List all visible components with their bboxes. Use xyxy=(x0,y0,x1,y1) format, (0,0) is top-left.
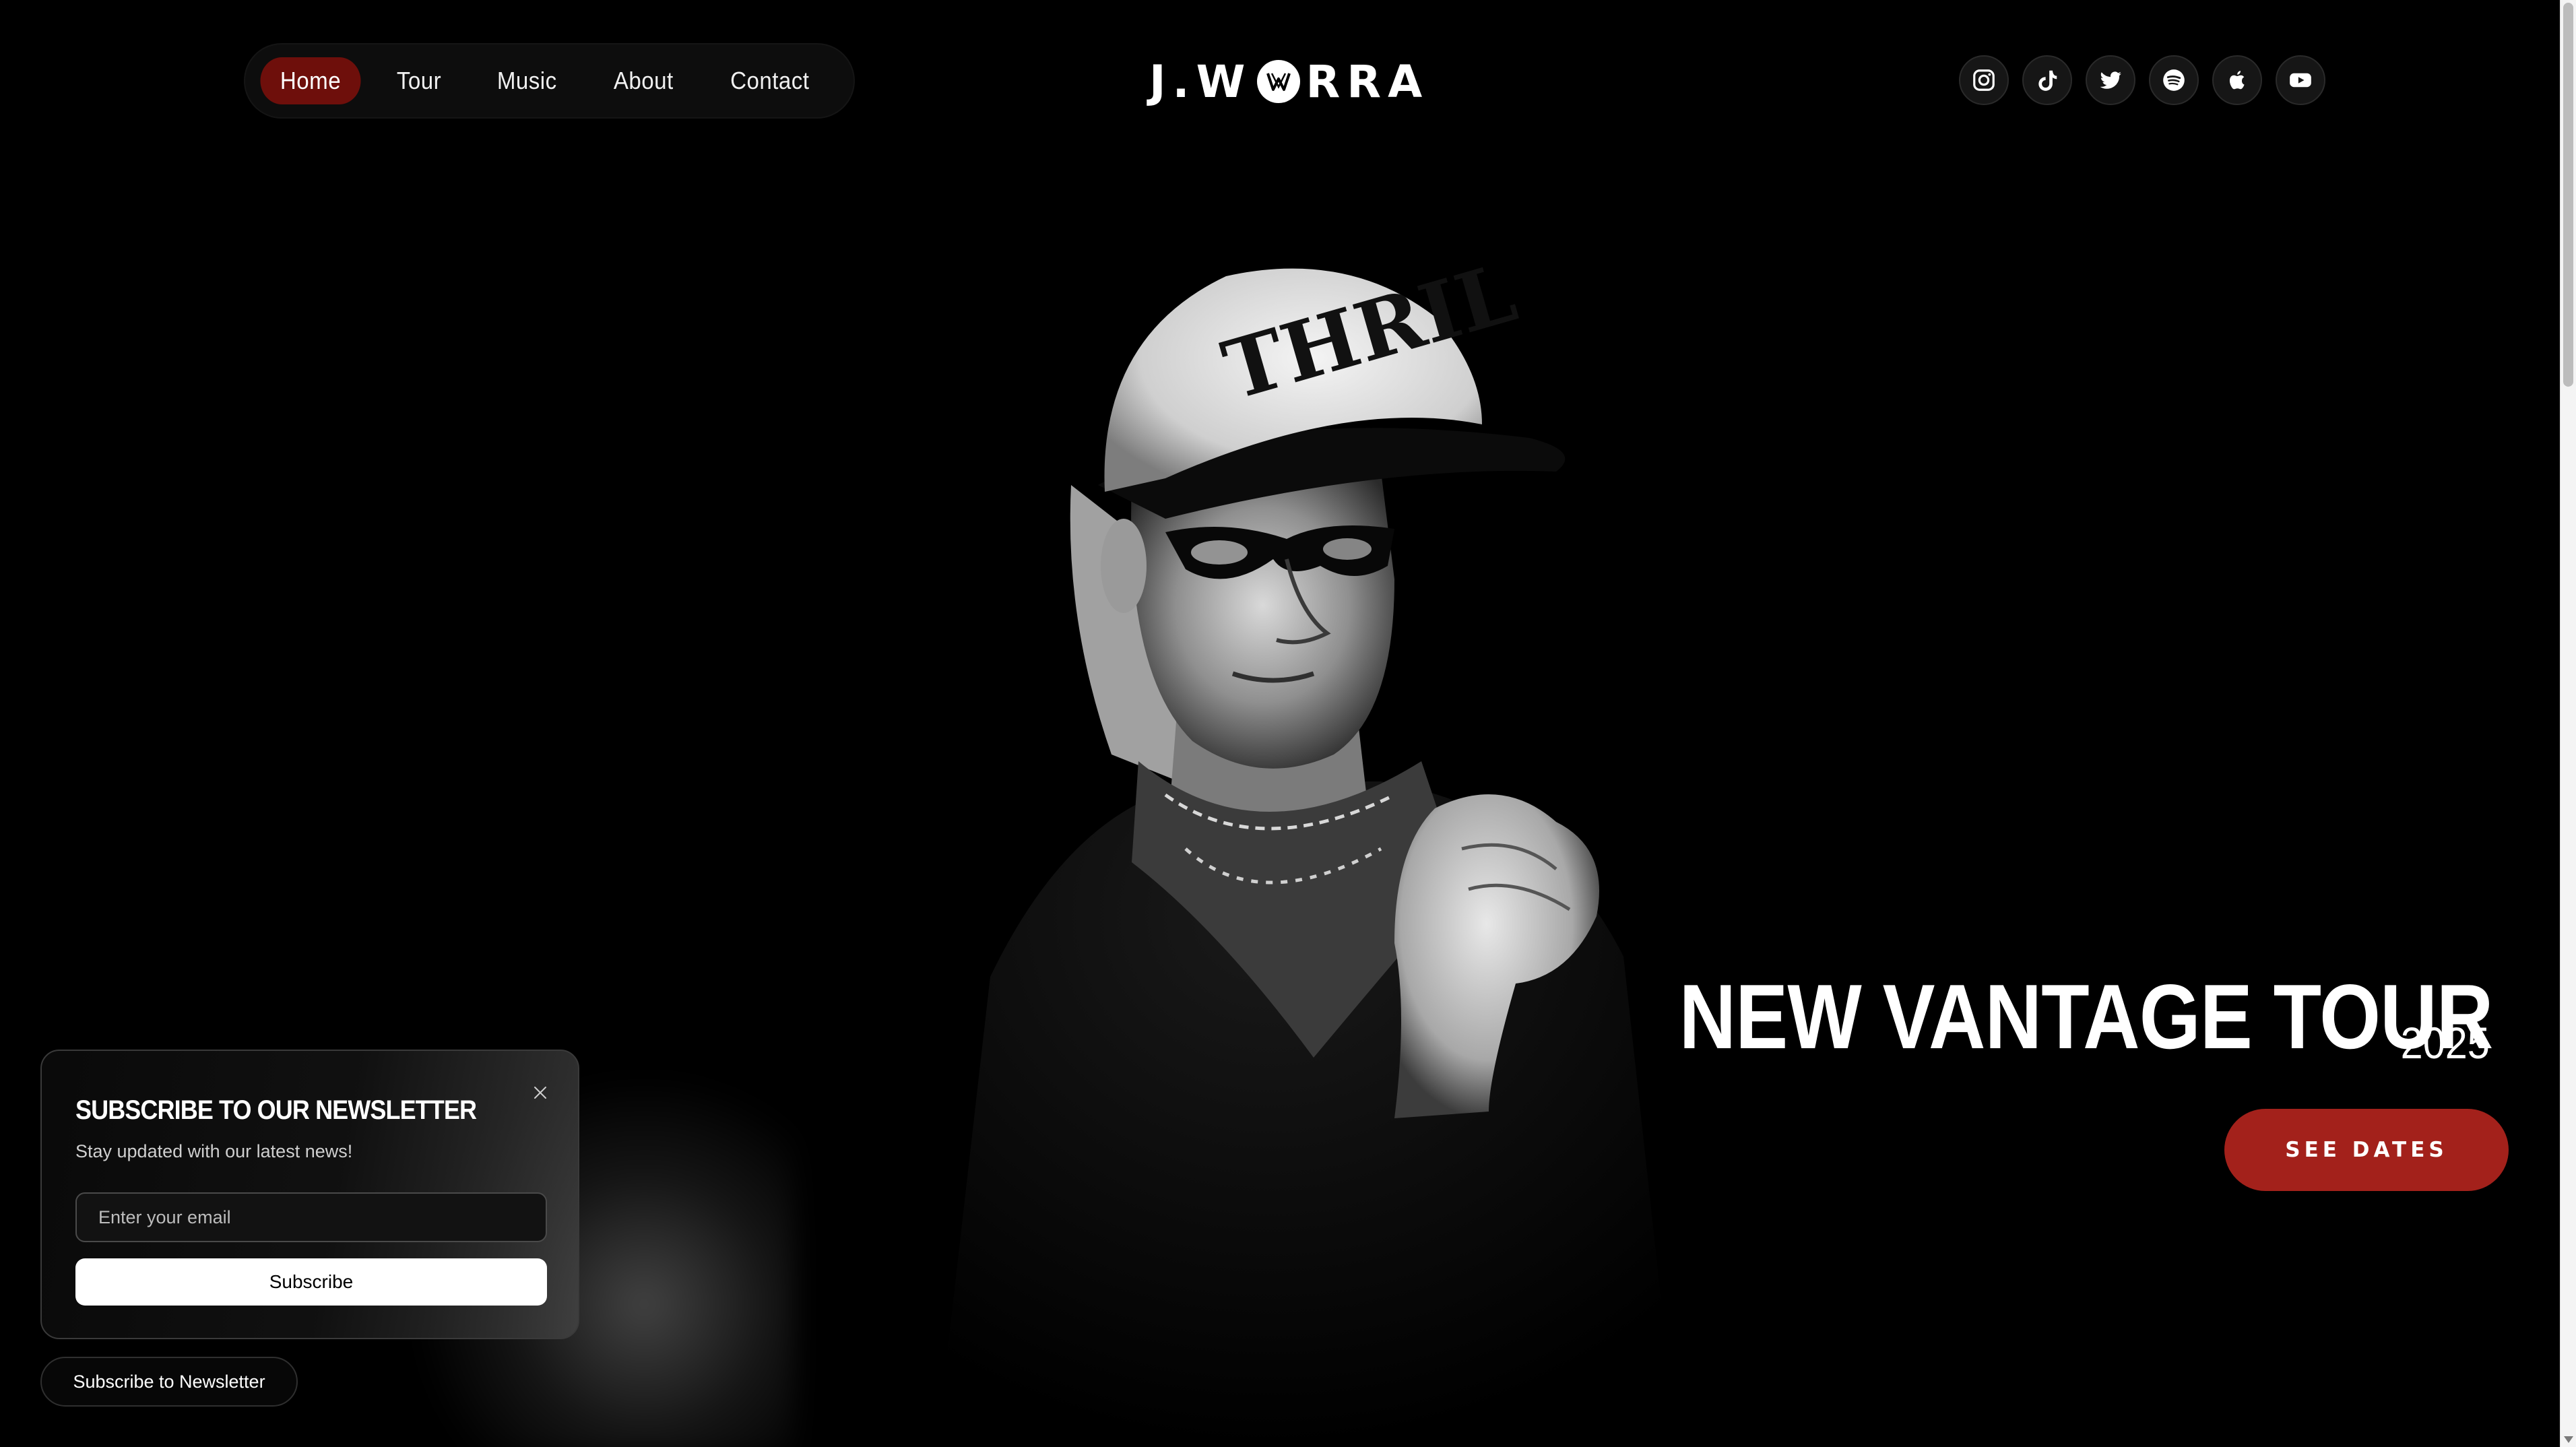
close-icon[interactable] xyxy=(528,1081,552,1105)
nav-item-contact[interactable]: Contact xyxy=(711,57,829,104)
site-logo[interactable]: J.W RRA xyxy=(1149,53,1429,110)
newsletter-toggle-button[interactable]: Subscribe to Newsletter xyxy=(40,1357,298,1407)
tour-title: NEW VANTAGE TOUR xyxy=(1679,965,2493,1068)
logo-text-right: RRA xyxy=(1306,55,1429,108)
nav-item-tour[interactable]: Tour xyxy=(377,57,461,104)
spotify-icon xyxy=(2163,69,2185,91)
youtube-icon xyxy=(2290,73,2311,88)
tiktok-link[interactable] xyxy=(2022,55,2072,105)
logo-text-left: J.W xyxy=(1149,55,1252,108)
tiktok-icon xyxy=(2038,70,2057,91)
page: THRIL Home Tour Music About Contact J.W … xyxy=(0,0,2576,1447)
email-field[interactable] xyxy=(75,1192,547,1242)
page-scrollbar[interactable] xyxy=(2560,0,2576,1447)
apple-music-link[interactable] xyxy=(2212,55,2262,105)
hero-photo: THRIL xyxy=(936,245,1677,1447)
instagram-link[interactable] xyxy=(1959,55,2009,105)
nav-item-home[interactable]: Home xyxy=(260,57,361,104)
twitter-icon xyxy=(2100,71,2121,89)
apple-music-icon xyxy=(2229,71,2245,90)
logo-mark-icon xyxy=(1257,60,1301,103)
nav-item-music[interactable]: Music xyxy=(477,57,577,104)
scroll-down-arrow-icon[interactable] xyxy=(2564,1436,2573,1443)
scrollbar-thumb[interactable] xyxy=(2563,3,2573,387)
main-nav: Home Tour Music About Contact xyxy=(244,43,855,119)
newsletter-popup: SUBSCRIBE TO OUR NEWSLETTER Stay updated… xyxy=(40,1050,579,1339)
youtube-link[interactable] xyxy=(2276,55,2325,105)
spotify-link[interactable] xyxy=(2149,55,2199,105)
social-links xyxy=(1959,55,2325,105)
nav-item-about[interactable]: About xyxy=(593,57,693,104)
newsletter-title: SUBSCRIBE TO OUR NEWSLETTER xyxy=(75,1095,477,1125)
twitter-link[interactable] xyxy=(2086,55,2135,105)
instagram-icon xyxy=(1973,69,1995,91)
newsletter-subtitle: Stay updated with our latest news! xyxy=(75,1141,353,1161)
tour-year: 2025 xyxy=(2400,1018,2490,1068)
subscribe-button[interactable]: Subscribe xyxy=(75,1258,547,1306)
see-dates-button[interactable]: SEE DATES xyxy=(2224,1109,2509,1191)
